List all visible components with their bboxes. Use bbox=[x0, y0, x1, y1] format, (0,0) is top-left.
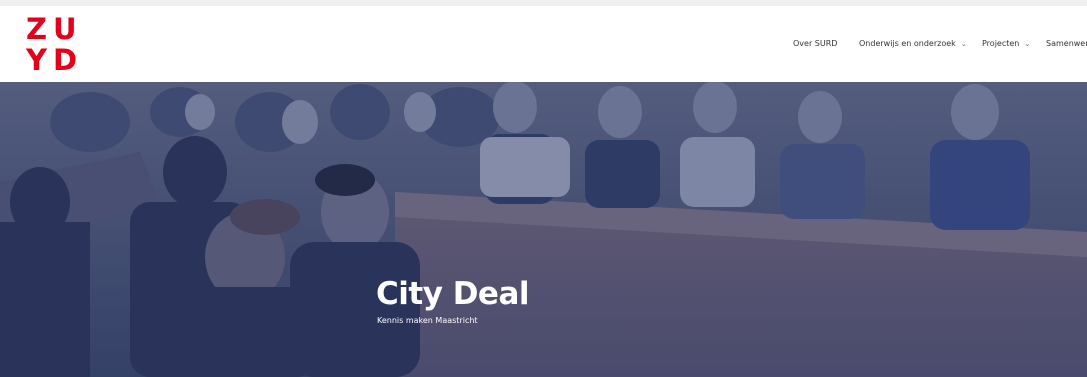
nav-item-over-surd[interactable]: Over SURD bbox=[793, 39, 837, 48]
chevron-down-icon: ⌄ bbox=[1024, 40, 1031, 48]
nav-item-label: Projecten bbox=[982, 39, 1020, 48]
hero-subtitle: Kennis maken Maastricht bbox=[377, 316, 478, 325]
hero-banner: City Deal Kennis maken Maastricht bbox=[0, 82, 1087, 377]
nav-item-label: Samenwer bbox=[1046, 39, 1087, 48]
nav-item-projecten[interactable]: Projecten ⌄ bbox=[982, 39, 1030, 48]
site-header: ZU YD Over SURD Onderwijs en onderzoek ⌄ … bbox=[0, 6, 1087, 82]
nav-item-label: Onderwijs en onderzoek bbox=[859, 39, 956, 48]
chevron-down-icon: ⌄ bbox=[960, 40, 967, 48]
hero-photo bbox=[0, 82, 1087, 377]
main-nav: Over SURD Onderwijs en onderzoek ⌄ Projec… bbox=[0, 39, 1087, 55]
nav-item-label: Over SURD bbox=[793, 39, 838, 48]
hero-title: City Deal bbox=[376, 276, 530, 312]
nav-item-samenwerking[interactable]: Samenwer bbox=[1046, 39, 1087, 48]
nav-item-onderwijs-en-onderzoek[interactable]: Onderwijs en onderzoek ⌄ bbox=[859, 39, 967, 48]
